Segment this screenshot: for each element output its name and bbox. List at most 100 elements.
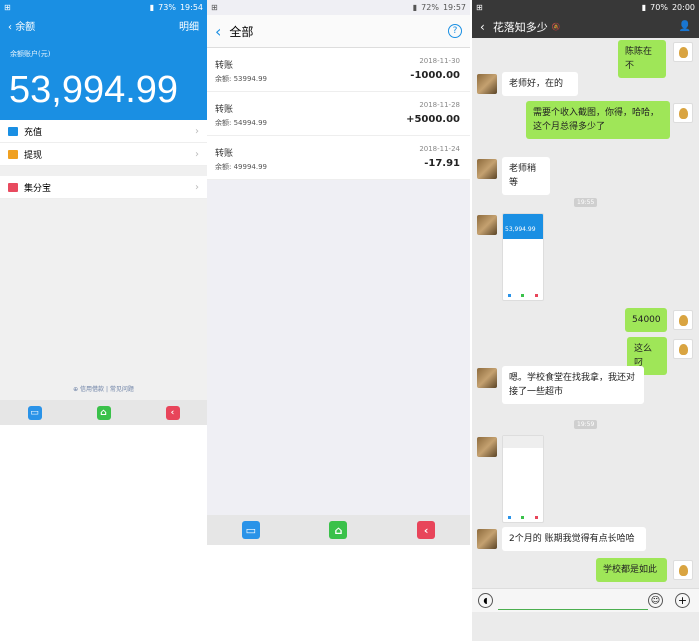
avatar[interactable]	[673, 310, 693, 330]
transaction-row[interactable]: 转账 余额: 54994.99 2018-11-28 +5000.00	[207, 92, 470, 136]
back-icon[interactable]: ‹	[480, 20, 485, 34]
separator: |	[105, 386, 108, 393]
toolbar-dot	[508, 516, 512, 519]
window-icon[interactable]: ▭	[241, 521, 260, 539]
toolbar-dot	[534, 516, 538, 519]
chat-screen: ⊞ ▮ 70% 20:00 ‹ 花落知多少 🔕 👤 陈陈在不 老师好，在的 需要个收入截…	[472, 0, 699, 641]
transaction-amount: -1000.00	[410, 70, 460, 81]
signal-icon: ▮	[149, 3, 155, 12]
status-time: 20:00	[671, 3, 695, 12]
help-icon[interactable]: ?	[448, 24, 462, 38]
page-title: 余额	[15, 21, 36, 33]
input-bar: ◖ ☺ +	[472, 588, 699, 612]
thumbnail-header: 53,994.99	[503, 214, 543, 239]
chevron-right-icon: ›	[195, 148, 199, 160]
avatar[interactable]	[673, 42, 693, 62]
status-bar: ⊞ ▮ 73% 19:54	[0, 0, 207, 15]
avatar[interactable]	[477, 437, 497, 457]
toolbar-dot	[534, 294, 538, 297]
chat-header: ‹ 花落知多少 🔕 👤	[472, 15, 699, 38]
thumbnail-toolbar	[503, 516, 543, 519]
menu-item[interactable]: 集分宝 ›	[0, 176, 207, 199]
timestamp: 19:59	[574, 420, 598, 429]
transaction-amount: -17.91	[424, 158, 460, 169]
transaction-name: 转账	[215, 149, 234, 159]
page-title[interactable]: 全部	[229, 23, 253, 40]
signal-icon: ▮	[641, 3, 647, 12]
home-icon[interactable]: ⌂	[96, 405, 111, 420]
status-bar: ⊞ ▮ 72% 19:57	[207, 0, 470, 15]
avatar[interactable]	[477, 159, 497, 179]
menu-item[interactable]: 提现 ›	[0, 143, 207, 166]
menu-label: 集分宝	[24, 183, 52, 194]
faq-link[interactable]: 常见问题	[110, 386, 134, 393]
toolbar-dot	[508, 294, 512, 297]
toolbar-dot	[521, 516, 525, 519]
transaction-list: 转账 余额: 53994.99 2018-11-30 -1000.00 转账 余额: 54…	[207, 48, 470, 180]
credit-icon: ⊕	[73, 386, 79, 393]
timestamp: 19:55	[574, 198, 598, 207]
transaction-row[interactable]: 转账 余额: 53994.99 2018-11-30 -1000.00	[207, 48, 470, 92]
chat-message: 2个月的 账期我觉得有点长哈哈	[502, 527, 646, 551]
avatar[interactable]	[477, 368, 497, 388]
bottom-toolbar: ▭ ⌂ ‹	[207, 515, 470, 545]
transactions-screen: ⊞ ▮ 72% 19:57 ‹ 全部 ? 转账 余额: 53994.99 2018-11…	[207, 0, 470, 545]
transaction-balance: 余额: 54994.99	[215, 119, 267, 127]
balance-menu: 充值 › 提现 ›	[0, 120, 207, 166]
chat-message: 嗯。学校食堂在找我拿，我还对接了一些超市	[502, 366, 644, 404]
chevron-right-icon: ›	[195, 181, 199, 193]
menu-icon	[8, 182, 18, 192]
emoji-icon[interactable]: ☺	[648, 593, 663, 608]
mute-icon: 🔕	[551, 22, 561, 31]
home-icon[interactable]: ⌂	[329, 521, 348, 539]
credit-loan-link[interactable]: 信用借款	[80, 386, 104, 393]
back-arrow-icon[interactable]: ‹	[417, 521, 436, 539]
transaction-name: 转账	[215, 61, 234, 71]
signal-icon: ▮	[412, 3, 418, 12]
avatar[interactable]	[477, 529, 497, 549]
back-arrow-icon[interactable]: ‹	[165, 405, 180, 420]
transaction-date: 2018-11-28	[419, 101, 460, 109]
transaction-balance: 余额: 49994.99	[215, 163, 267, 171]
battery-level: 70%	[650, 3, 668, 12]
status-time: 19:54	[179, 3, 203, 12]
avatar[interactable]	[477, 74, 497, 94]
bottom-toolbar: ▭ ⌂ ‹	[0, 400, 207, 425]
window-icon[interactable]: ▭	[27, 405, 42, 420]
plus-icon[interactable]: +	[675, 593, 690, 608]
transaction-date: 2018-11-24	[419, 145, 460, 153]
menu-label: 提现	[24, 150, 43, 161]
chat-message: 陈陈在不	[618, 40, 666, 78]
app-grid-icon: ⊞	[211, 3, 218, 12]
chat-message: 学校都是如此	[596, 558, 667, 582]
detail-button[interactable]: 明细	[179, 18, 199, 33]
menu-icon	[8, 149, 18, 159]
transactions-header: ‹ 全部 ?	[207, 15, 470, 48]
chat-message: 54000	[625, 308, 667, 332]
battery-level: 72%	[421, 3, 439, 12]
menu-label: 充值	[24, 127, 43, 138]
chevron-right-icon: ›	[195, 125, 199, 137]
avatar[interactable]	[477, 215, 497, 235]
chat-title: 花落知多少	[492, 20, 548, 34]
avatar[interactable]	[673, 560, 693, 580]
footer-links: ⊕ 信用借款 | 常见问题	[0, 384, 207, 393]
profile-icon[interactable]: 👤	[679, 21, 691, 32]
transaction-balance: 余额: 53994.99	[215, 75, 267, 83]
message-input[interactable]	[498, 609, 648, 610]
image-thumbnail[interactable]	[502, 435, 544, 523]
thumbnail-header	[503, 436, 543, 448]
image-thumbnail[interactable]: 53,994.99	[502, 213, 544, 301]
battery-level: 73%	[158, 3, 176, 12]
chat-message: 老师好，在的	[502, 72, 578, 96]
menu-item[interactable]: 充值 ›	[0, 120, 207, 143]
back-button[interactable]: ‹ 余额	[8, 18, 35, 33]
transaction-row[interactable]: 转账余额: 49994.99 2018-11-24 -17.91	[207, 136, 470, 180]
avatar[interactable]	[673, 103, 693, 123]
back-icon[interactable]: ‹	[215, 22, 221, 41]
voice-icon[interactable]: ◖	[478, 593, 493, 608]
avatar[interactable]	[673, 339, 693, 359]
menu-icon	[8, 126, 18, 136]
app-grid-icon: ⊞	[476, 3, 483, 12]
account-label: 余额账户(元)	[10, 50, 51, 58]
